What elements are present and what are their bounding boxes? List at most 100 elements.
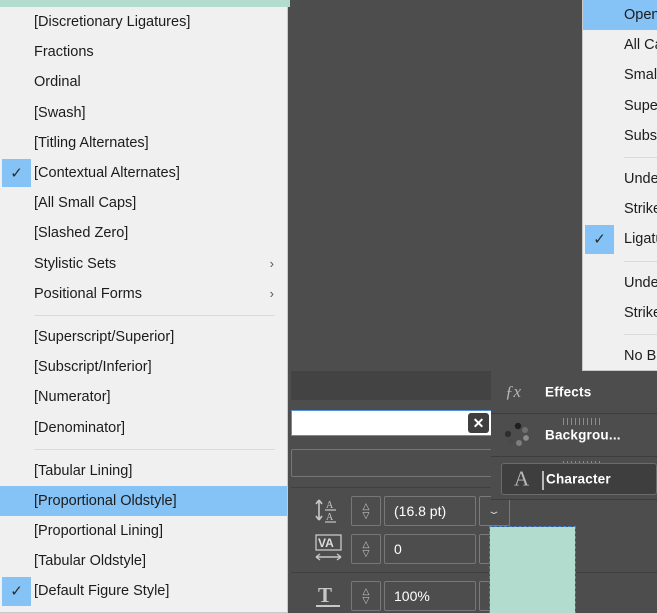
menu-item-positional-forms[interactable]: Positional Forms › [0, 279, 287, 309]
menu-item-numerator[interactable]: [Numerator] [0, 382, 287, 412]
svg-text:A: A [326, 512, 334, 523]
svg-text:A: A [326, 500, 334, 511]
menu-item-underline[interactable]: UnderlineCtrl+Shi [583, 164, 657, 194]
opentype-features-submenu: [Discretionary Ligatures] Fractions Ordina… [0, 7, 288, 613]
color-swatch[interactable] [489, 526, 576, 613]
font-family-input[interactable]: ✕ [291, 410, 493, 436]
menu-item-label: Stylistic Sets [34, 255, 117, 272]
stepper-down-icon[interactable]: ▽ [363, 511, 370, 520]
menu-item-label: Ordinal [34, 74, 81, 91]
tracking-value-field[interactable]: 0 [384, 534, 476, 564]
leading-dropdown-button[interactable]: ⌄ [479, 496, 510, 526]
font-style-input[interactable] [291, 449, 493, 477]
menu-item-label: OpenType [624, 7, 657, 24]
accordion-item-character[interactable]: A Character [491, 457, 657, 500]
menu-item-label: [Tabular Lining] [34, 462, 133, 479]
menu-item-label: Positional Forms [34, 285, 142, 302]
menu-item-label: [Proportional Oldstyle] [34, 492, 177, 509]
menu-item-strikethrough[interactable]: StrikethroughCtrl+Sh [583, 194, 657, 224]
character-format-menu: OpenType All CapsCtrl+ShiSmall CapsCtrl+S… [582, 0, 657, 371]
menu-item-superscript[interactable]: SuperscriptCtrl+Shi [583, 91, 657, 121]
accordion-label-background: Backgrou... [545, 427, 621, 443]
menu-item-subscriptinferior[interactable]: [Subscript/Inferior] [0, 352, 287, 382]
right-menu-clip: OpenType All CapsCtrl+ShiSmall CapsCtrl+S… [291, 0, 657, 371]
menu-item-contextual-alternates[interactable]: ✓ [Contextual Alternates] [0, 158, 287, 188]
menu-item-slashed-zero[interactable]: [Slashed Zero] [0, 218, 287, 248]
vertical-scale-icon: T [313, 580, 345, 613]
menu-item-label: [Slashed Zero] [34, 225, 129, 242]
menu-item-label: Superscript [624, 97, 657, 114]
menu-item-label: Strikethrough Options... [624, 304, 657, 321]
menu-item-tabular-oldstyle[interactable]: [Tabular Oldstyle] [0, 546, 287, 576]
menu-item-superscriptsuperior[interactable]: [Superscript/Superior] [0, 322, 287, 352]
accordion-label-character: Character [546, 471, 611, 487]
menu-separator [624, 156, 657, 158]
menu-item-label: [Discretionary Ligatures] [34, 14, 191, 31]
menu-item-label: No Break [624, 347, 657, 364]
menu-item-ligatures[interactable]: ✓ Ligatures [583, 224, 657, 254]
chevron-right-icon: › [269, 286, 274, 302]
leading-value-field[interactable]: (16.8 pt) [384, 496, 476, 526]
panel-section-divider-2 [291, 572, 657, 573]
menu-item-all-caps[interactable]: All CapsCtrl+Shi [583, 30, 657, 60]
menu-item-all-small-caps[interactable]: [All Small Caps] [0, 188, 287, 218]
background-dots-icon [504, 422, 531, 448]
text-caret-icon [542, 471, 544, 490]
menu-item-stylistic-sets[interactable]: Stylistic Sets › [0, 249, 287, 279]
accordion-label-effects: Effects [545, 384, 592, 400]
menu-item-ordinal[interactable]: Ordinal [0, 67, 287, 97]
menu-separator [34, 314, 275, 316]
menu-item-fractions[interactable]: Fractions [0, 37, 287, 67]
menu-item-small-caps[interactable]: Small CapsCtrl+Shi [583, 60, 657, 90]
menu-item-tabular-lining[interactable]: [Tabular Lining] [0, 456, 287, 486]
menu-item-opentype[interactable]: OpenType [583, 0, 657, 31]
menu-item-swash[interactable]: [Swash] [0, 98, 287, 128]
menu-item-label: Underline [624, 171, 657, 188]
menu-separator [624, 260, 657, 262]
tracking-stepper[interactable]: △ ▽ [351, 534, 381, 564]
drag-grip-icon[interactable] [563, 418, 603, 425]
menu-item-label: Small Caps [624, 67, 657, 84]
menu-item-label: [Proportional Lining] [34, 523, 163, 540]
vertical-scale-stepper[interactable]: △ ▽ [351, 581, 381, 611]
menu-item-strikethrough-options[interactable]: Strikethrough Options... [583, 298, 657, 328]
menu-item-default-figure-style[interactable]: ✓ [Default Figure Style] [0, 576, 287, 606]
menu-item-underline-options[interactable]: Underline Options.... [583, 268, 657, 298]
accordion-item-effects[interactable]: ƒx Effects [491, 371, 657, 414]
character-tab-chip[interactable]: A Character [501, 463, 657, 495]
clear-icon[interactable]: ✕ [468, 413, 489, 433]
menu-item-subscript[interactable]: SubscriptCtrl+Alt+Shi [583, 121, 657, 151]
accordion-item-background[interactable]: Backgrou... [491, 414, 657, 457]
svg-text:T: T [318, 583, 332, 607]
leading-icon: A A [313, 495, 345, 525]
menu-item-label: [Subscript/Inferior] [34, 359, 152, 376]
app-root: » ✕ ⌄ ⌄ A A △ ▽ (16.8 pt) ⌄ [0, 0, 657, 613]
menu-item-label: [Tabular Oldstyle] [34, 553, 147, 570]
stepper-down-icon[interactable]: ▽ [363, 549, 370, 558]
leading-stepper[interactable]: △ ▽ [351, 496, 381, 526]
menu-item-label: [Titling Alternates] [34, 134, 149, 151]
menu-item-proportional-oldstyle[interactable]: [Proportional Oldstyle] [0, 485, 287, 516]
menu-item-proportional-lining[interactable]: [Proportional Lining] [0, 516, 287, 546]
checkmark-icon: ✓ [2, 158, 31, 188]
menu-item-label: Subscript [624, 127, 657, 144]
menu-item-label: Fractions [34, 44, 94, 61]
checkmark-icon: ✓ [2, 577, 31, 606]
menu-item-label: [All Small Caps] [34, 195, 137, 212]
canvas-top-strip [0, 0, 290, 7]
vertical-scale-value-field[interactable]: 100% [384, 581, 476, 611]
menu-item-label: Strikethrough [624, 201, 657, 218]
checkmark-icon: ✓ [585, 225, 614, 254]
menu-item-discretionary-ligatures[interactable]: [Discretionary Ligatures] [0, 7, 287, 37]
menu-item-label: All Caps [624, 37, 657, 54]
menu-item-label: [Contextual Alternates] [34, 165, 180, 182]
menu-item-denominator[interactable]: [Denominator] [0, 412, 287, 442]
menu-item-label: Underline Options.... [624, 274, 657, 291]
stepper-down-icon[interactable]: ▽ [363, 596, 370, 605]
menu-separator [624, 333, 657, 335]
menu-item-titling-alternates[interactable]: [Titling Alternates] [0, 128, 287, 158]
svg-text:VA: VA [318, 536, 334, 550]
menu-item-no-break[interactable]: No Break [583, 341, 657, 371]
menu-item-label: [Denominator] [34, 419, 126, 436]
menu-item-label: [Default Figure Style] [34, 583, 170, 600]
